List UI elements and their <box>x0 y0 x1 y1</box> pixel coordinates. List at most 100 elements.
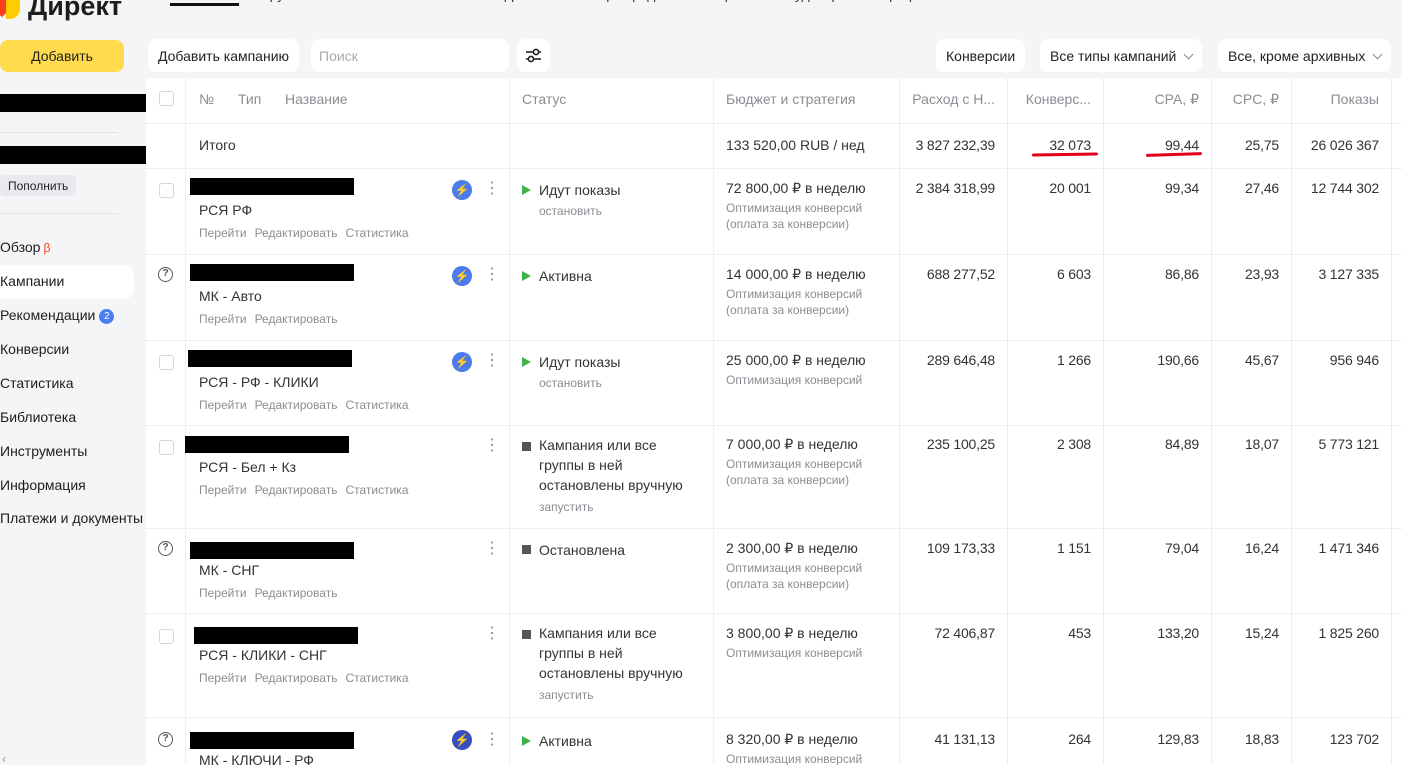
lightning-icon[interactable]: ⚡ <box>452 180 472 200</box>
cost-value: 72 406,87 <box>934 625 996 641</box>
filter-settings-button[interactable] <box>517 39 550 72</box>
sidebar-divider <box>0 132 118 133</box>
edit-link[interactable]: Редактировать <box>255 483 338 497</box>
edit-link[interactable]: Редактировать <box>255 671 338 685</box>
sidebar-item-recommendations[interactable]: Рекомендации 2 <box>0 299 146 333</box>
row-checkbox[interactable] <box>159 629 174 644</box>
tab-campaigns[interactable]: Кампании <box>170 0 239 10</box>
more-vertical-icon[interactable]: ⋮ <box>484 730 500 750</box>
add-campaign-button[interactable]: Добавить кампанию <box>148 39 300 72</box>
edit-link[interactable]: Редактировать <box>255 586 338 600</box>
search-input[interactable] <box>311 39 509 72</box>
header-budget[interactable]: Бюджет и стратегия <box>726 91 855 107</box>
chevron-down-icon <box>1183 49 1194 59</box>
header-cpc[interactable]: CPC, ₽ <box>1233 91 1279 108</box>
more-vertical-icon[interactable]: ⋮ <box>484 436 500 456</box>
conversions-button[interactable]: Конверсии <box>936 39 1026 72</box>
header-cost[interactable]: Расход с Н... <box>912 91 995 107</box>
go-link[interactable]: Перейти <box>199 226 247 240</box>
table-row[interactable]: ⚡ ⋮ РСЯ - РФ - КЛИКИ Перейти Редактироват… <box>146 341 1402 426</box>
tab-feed-filters[interactable]: Фильтры фидов <box>567 0 671 10</box>
table-row[interactable]: ⋮ РСЯ - Бел + Кз Перейти Редактировать Ста… <box>146 426 1402 529</box>
sidebar-item-library[interactable]: Библиотека <box>0 401 146 435</box>
table-row[interactable]: ⋮ РСЯ - КЛИКИ - СНГ Перейти Редактировать… <box>146 614 1402 718</box>
question-icon[interactable]: ? <box>158 541 173 556</box>
more-vertical-icon[interactable]: ⋮ <box>484 539 500 559</box>
go-link[interactable]: Перейти <box>199 312 247 326</box>
row-checkbox[interactable] <box>159 355 174 370</box>
go-link[interactable]: Перейти <box>199 586 247 600</box>
more-vertical-icon[interactable]: ⋮ <box>484 351 500 371</box>
lightning-icon[interactable]: ⚡ <box>452 352 472 372</box>
topup-button[interactable]: Пополнить <box>0 175 77 196</box>
header-cpa[interactable]: CPA, ₽ <box>1155 91 1199 108</box>
start-link[interactable]: запустить <box>539 500 594 514</box>
row-cpa-cell: 99,34 <box>1104 169 1212 254</box>
campaign-name[interactable]: РСЯ - КЛИКИ - СНГ <box>199 647 327 663</box>
header-num[interactable]: № <box>199 91 214 107</box>
tab-ads[interactable]: Объявления <box>333 0 414 10</box>
header-shows[interactable]: Показы <box>1331 91 1379 107</box>
campaign-name[interactable]: РСЯ РФ <box>199 202 252 218</box>
go-link[interactable]: Перейти <box>199 398 247 412</box>
edit-link[interactable]: Редактировать <box>255 226 338 240</box>
row-cpc-cell: 27,46 <box>1212 169 1292 254</box>
table-row[interactable]: ? ⋮ МК - СНГ Перейти Редактировать Остано… <box>146 529 1402 614</box>
campaign-types-select[interactable]: Все типы кампаний <box>1040 39 1203 72</box>
row-chk-cell <box>146 341 186 425</box>
cpa-value: 129,83 <box>1157 731 1199 747</box>
row-checkbox[interactable] <box>159 440 174 455</box>
table-row[interactable]: ? ⚡ ⋮ МК - КЛЮЧИ - РФ Активна 8 320,00 ₽… <box>146 718 1402 765</box>
stop-link[interactable]: остановить <box>539 376 602 390</box>
conversions-value: 264 <box>1068 731 1091 747</box>
campaign-name[interactable]: МК - СНГ <box>199 562 259 578</box>
sidebar-item-overview[interactable]: Обзор β <box>0 231 146 265</box>
sidebar-item-information[interactable]: Информация <box>0 469 146 503</box>
play-icon <box>522 271 531 281</box>
sidebar-item-payments[interactable]: Платежи и документы <box>0 503 146 547</box>
stats-link[interactable]: Статистика <box>345 483 408 497</box>
stats-link[interactable]: Статистика <box>345 671 408 685</box>
go-link[interactable]: Перейти <box>199 483 247 497</box>
tab-groups[interactable]: Группы <box>263 0 310 10</box>
header-type[interactable]: Тип <box>238 91 261 107</box>
campaign-name[interactable]: МК - Авто <box>199 288 262 304</box>
logo[interactable]: Директ <box>0 0 122 22</box>
tab-retargeting[interactable]: Ретаргетинг и аудитории <box>695 0 855 10</box>
collapse-sidebar-icon[interactable]: ‹ <box>2 752 6 765</box>
table-header: № Тип Название Статус Бюджет и стратегия… <box>146 78 1402 124</box>
sidebar-item-statistics[interactable]: Статистика <box>0 367 146 401</box>
tab-bids[interactable]: Ставки и фразы <box>438 0 543 10</box>
lightning-icon[interactable]: ⚡ <box>452 266 472 286</box>
start-link[interactable]: запустить <box>539 688 594 702</box>
row-checkbox[interactable] <box>159 183 174 198</box>
more-vertical-icon[interactable]: ⋮ <box>484 179 500 199</box>
stop-link[interactable]: остановить <box>539 204 602 218</box>
go-link[interactable]: Перейти <box>199 671 247 685</box>
row-cpa-cell: 190,66 <box>1104 341 1212 425</box>
question-icon[interactable]: ? <box>158 267 173 282</box>
edit-link[interactable]: Редактировать <box>255 312 338 326</box>
sidebar-item-campaigns[interactable]: Кампании <box>0 265 134 299</box>
select-all-checkbox[interactable] <box>159 91 174 106</box>
table-row[interactable]: ⚡ ⋮ РСЯ РФ Перейти Редактировать Статистик… <box>146 169 1402 255</box>
question-icon[interactable]: ? <box>158 732 173 747</box>
table-row[interactable]: ? ⚡ ⋮ МК - Авто Перейти Редактировать Акт… <box>146 255 1402 341</box>
tab-user-profiles[interactable]: Профили пользователей <box>879 0 1041 10</box>
campaign-name[interactable]: РСЯ - РФ - КЛИКИ <box>199 374 319 390</box>
more-vertical-icon[interactable]: ⋮ <box>484 265 500 285</box>
campaign-name[interactable]: РСЯ - Бел + Кз <box>199 459 296 475</box>
header-name[interactable]: Название <box>285 91 348 107</box>
add-button[interactable]: Добавить <box>0 40 124 72</box>
more-vertical-icon[interactable]: ⋮ <box>484 624 500 644</box>
stats-link[interactable]: Статистика <box>345 398 408 412</box>
header-conversions[interactable]: Конверс... <box>1026 91 1091 107</box>
sidebar-item-tools[interactable]: Инструменты <box>0 435 146 469</box>
sidebar-item-conversions[interactable]: Конверсии <box>0 333 146 367</box>
archive-filter-select[interactable]: Все, кроме архивных <box>1218 39 1392 72</box>
lightning-icon[interactable]: ⚡ <box>452 730 472 750</box>
header-status[interactable]: Статус <box>522 91 566 107</box>
edit-link[interactable]: Редактировать <box>255 398 338 412</box>
stats-link[interactable]: Статистика <box>345 226 408 240</box>
campaign-name[interactable]: МК - КЛЮЧИ - РФ <box>199 752 314 765</box>
